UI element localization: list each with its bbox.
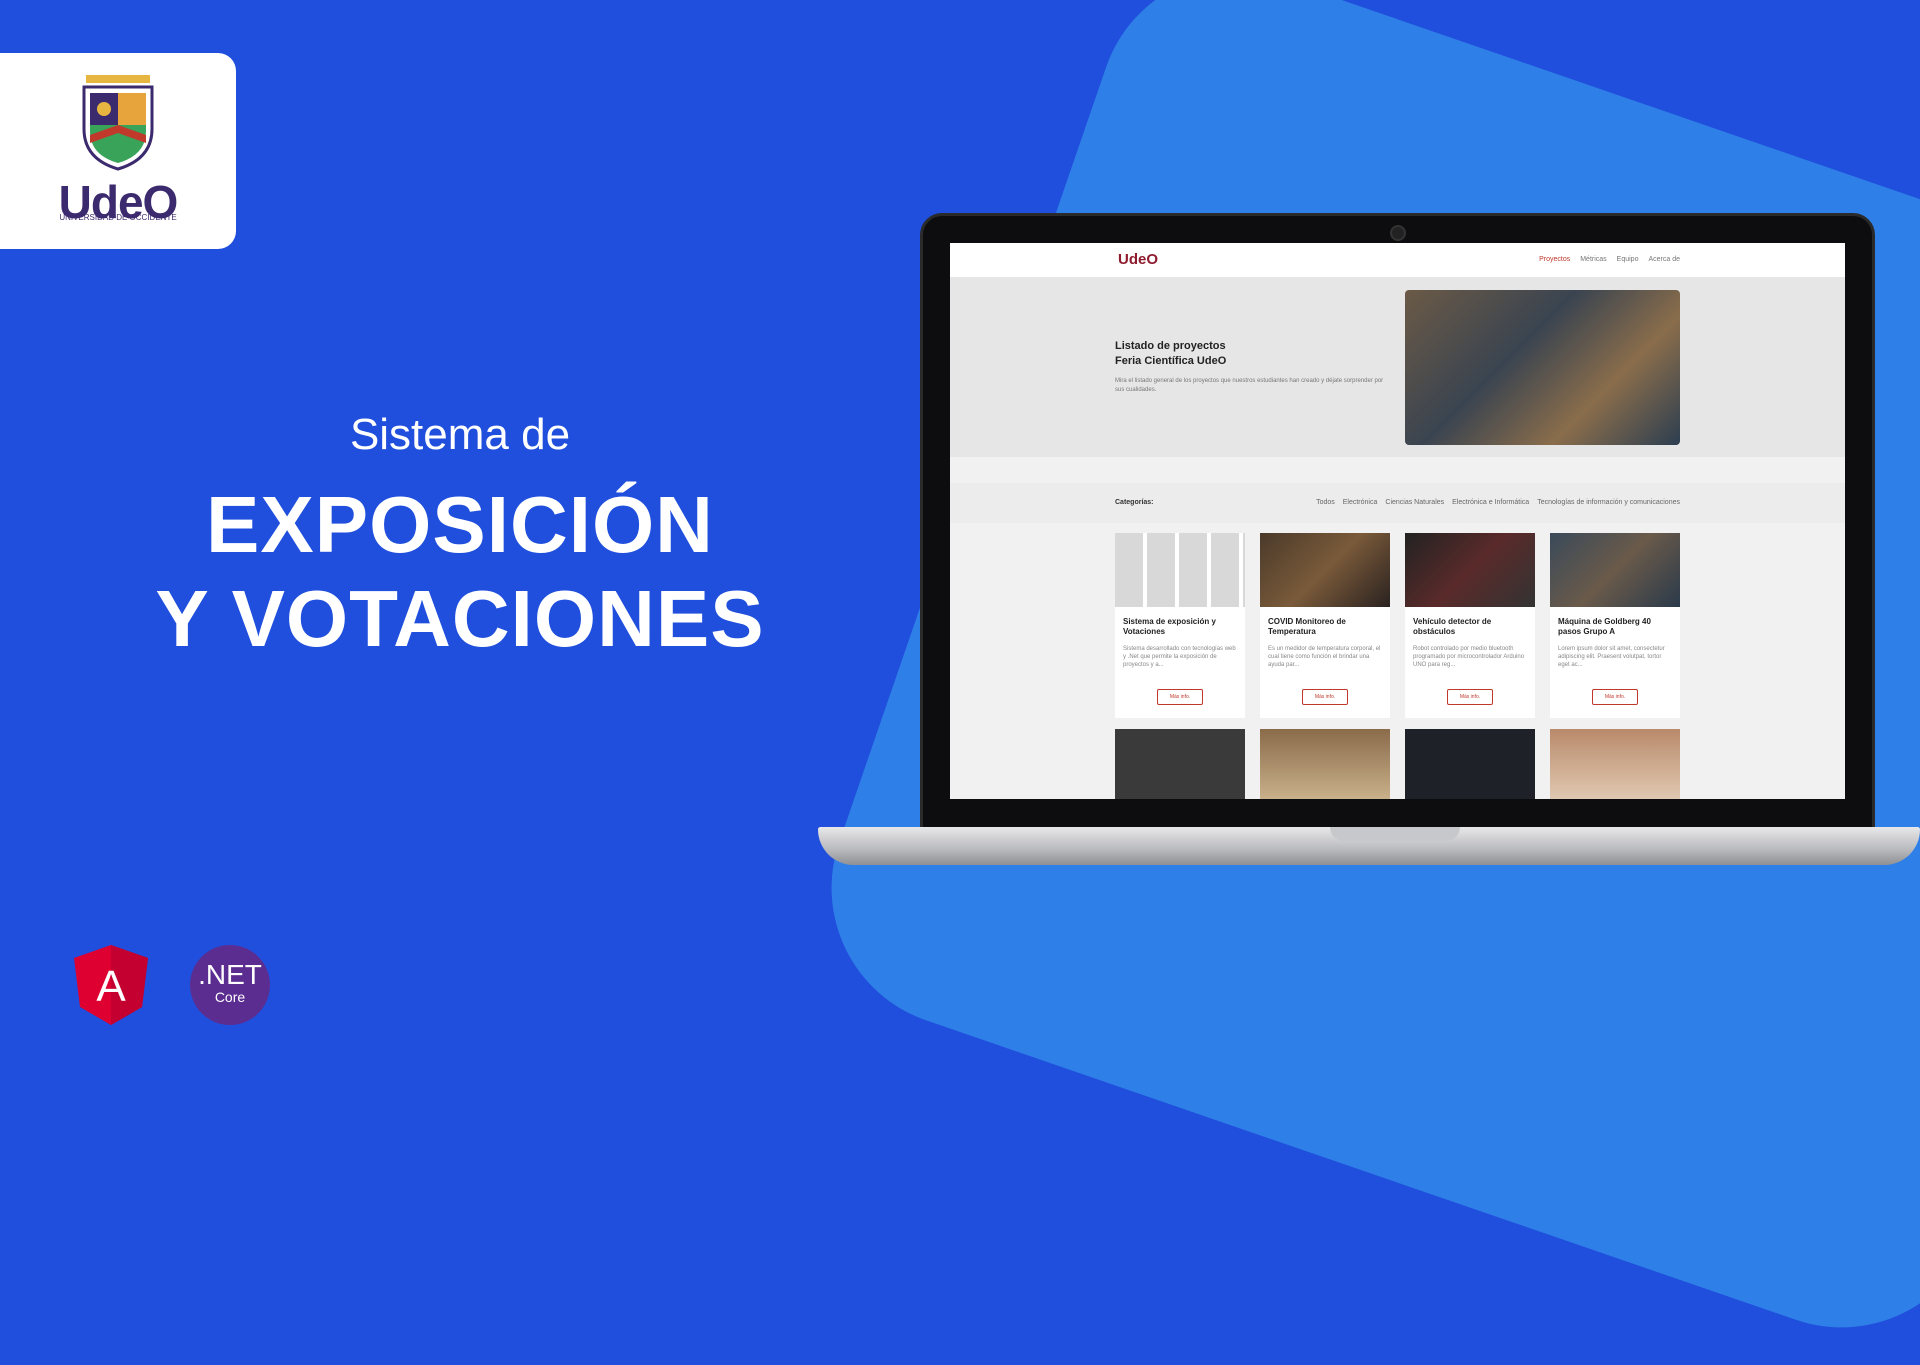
category-list: Todos Electrónica Ciencias Naturales Ele…	[1316, 499, 1680, 506]
dotnet-label: .NET	[198, 959, 262, 990]
project-card: Máquina de Goldberg 40 pasos Grupo A Lor…	[1550, 533, 1680, 718]
hero-subtitle: Sistema de	[349, 410, 571, 459]
card-text: Robot controlado por medio bluetooth pro…	[1413, 646, 1525, 668]
udeo-subtext: UNIVERSIDAD DE OCCIDENTE	[59, 213, 177, 222]
nav-acerca[interactable]: Acerca de	[1648, 256, 1680, 263]
hero-title: EXPOSICIÓN Y VOTACIONES	[0, 478, 920, 666]
project-thumbnail	[1550, 729, 1680, 799]
hero-title-line2: Y VOTACIONES	[155, 574, 765, 663]
project-thumbnail	[1260, 533, 1390, 607]
card-text: Es un medidor de temperatura corporal, e…	[1268, 646, 1381, 668]
screen-logo[interactable]: UdeO	[1118, 251, 1158, 268]
screen-hero: Listado de proyectos Feria Científica Ud…	[950, 277, 1845, 457]
dotnet-sublabel: Core	[214, 989, 246, 1005]
project-thumbnail	[1405, 729, 1535, 799]
card-text: Sistema desarrollado con tecnologías web…	[1123, 646, 1236, 668]
project-thumbnail	[1550, 533, 1680, 607]
udeo-logo-card: UdeO UNIVERSIDAD DE OCCIDENTE	[0, 53, 236, 249]
angular-letter: A	[96, 962, 126, 1011]
project-thumbnail	[1405, 533, 1535, 607]
card-title: Máquina de Goldberg 40 pasos Grupo A	[1558, 617, 1651, 636]
card-title: Vehículo detector de obstáculos	[1413, 617, 1492, 636]
card-title: Sistema de exposición y Votaciones	[1123, 617, 1216, 636]
project-thumbnail	[1115, 729, 1245, 799]
screen-hero-title-line2: Feria Científica UdeO	[1115, 355, 1227, 367]
screen-hero-text: Mira el listado general de los proyectos…	[1115, 378, 1384, 393]
project-card: Sistema de exposición y Votaciones Siste…	[1115, 533, 1245, 718]
more-info-button[interactable]: Más info.	[1302, 689, 1348, 705]
laptop-screen: UdeO Proyectos Métricas Equipo Acerca de…	[950, 243, 1845, 799]
project-thumbnail	[1260, 729, 1390, 799]
hero-title-line1: EXPOSICIÓN	[206, 480, 714, 569]
screen-nav-links: Proyectos Métricas Equipo Acerca de	[1539, 256, 1680, 263]
category-item[interactable]: Electrónica	[1343, 499, 1378, 506]
udeo-crest-icon	[82, 75, 154, 171]
card-text: Lorem ipsum dolor sit amet, consectetur …	[1558, 646, 1665, 668]
laptop-notch	[1330, 827, 1460, 841]
dotnet-core-logo-icon: .NET Core	[190, 945, 270, 1025]
nav-equipo[interactable]: Equipo	[1617, 256, 1639, 263]
nav-proyectos[interactable]: Proyectos	[1539, 256, 1570, 263]
card-title: COVID Monitoreo de Temperatura	[1268, 617, 1346, 636]
more-info-button[interactable]: Más info.	[1447, 689, 1493, 705]
category-item[interactable]: Tecnologías de información y comunicacio…	[1537, 499, 1680, 506]
category-item[interactable]: Electrónica e Informática	[1452, 499, 1529, 506]
angular-logo-icon: A	[74, 945, 148, 1025]
project-card: Vehículo detector de obstáculos Robot co…	[1405, 533, 1535, 718]
categories-label: Categorías:	[1115, 499, 1154, 506]
camera-icon	[1390, 225, 1406, 241]
categories-bar: Categorías: Todos Electrónica Ciencias N…	[950, 483, 1845, 523]
screen-navbar: UdeO Proyectos Métricas Equipo Acerca de	[950, 243, 1845, 277]
students-photo	[1405, 290, 1680, 445]
screen-hero-title-line1: Listado de proyectos	[1115, 340, 1226, 352]
screen-hero-title: Listado de proyectos Feria Científica Ud…	[1115, 339, 1345, 369]
category-item[interactable]: Ciencias Naturales	[1385, 499, 1444, 506]
project-card: COVID Monitoreo de Temperatura Es un med…	[1260, 533, 1390, 718]
more-info-button[interactable]: Más info.	[1592, 689, 1638, 705]
nav-metricas[interactable]: Métricas	[1580, 256, 1606, 263]
project-thumbnail	[1115, 533, 1245, 607]
category-item[interactable]: Todos	[1316, 499, 1335, 506]
more-info-button[interactable]: Más info.	[1157, 689, 1203, 705]
